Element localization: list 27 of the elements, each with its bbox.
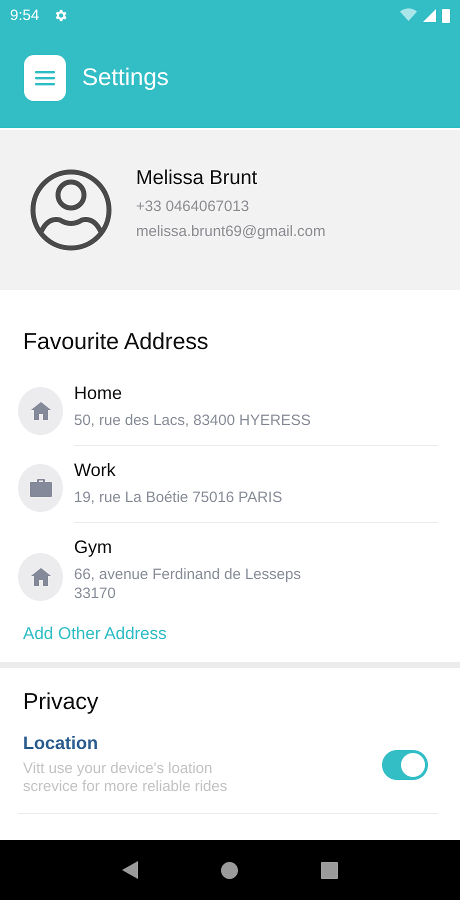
address-text: 66, avenue Ferdinand de Lesseps 33170 [74, 566, 302, 604]
house-icon [30, 402, 50, 420]
address-label[interactable]: Work [74, 460, 438, 481]
toggle-switch[interactable] [382, 750, 428, 780]
section-title: Favourite Address [23, 328, 210, 355]
menu-icon [35, 70, 55, 86]
address-label[interactable]: Gym [74, 537, 438, 558]
address-label[interactable]: Home [74, 383, 438, 404]
wifi-icon [400, 8, 417, 22]
status-time: 9:54 [10, 6, 40, 24]
profile-phone: +33 0464067013 [136, 198, 250, 214]
profile-name: Melissa Brunt [136, 166, 258, 190]
back-icon[interactable] [122, 861, 138, 879]
recents-icon[interactable] [321, 862, 338, 878]
section-title: Privacy [23, 688, 100, 714]
briefcase-icon [30, 479, 52, 497]
house-icon [30, 568, 50, 586]
signal-icon [423, 8, 436, 22]
setting-description: Vitt use your device's loation screvice for more reliable rides [23, 760, 228, 797]
gear-icon [53, 8, 68, 22]
profile-email: melissa.brunt69@gmail.com [136, 222, 326, 240]
home-icon[interactable] [220, 862, 238, 878]
address-text: 19, rue La Boétie 75016 PARIS [74, 489, 284, 508]
screen-title: Settings [82, 64, 169, 92]
battery-icon [442, 8, 450, 22]
setting-label: Location [23, 732, 99, 754]
address-text: 50, rue des Lacs, 83400 HYERESS [74, 412, 312, 431]
